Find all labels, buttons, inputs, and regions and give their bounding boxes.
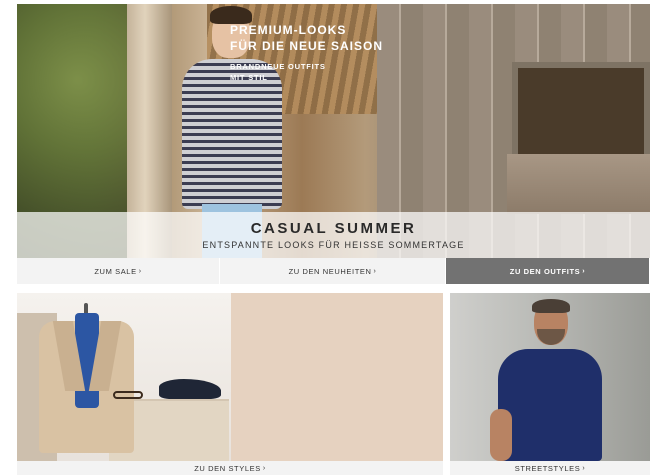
- chevron-right-icon: ›: [373, 267, 377, 275]
- nav-link-outfits[interactable]: ZU DEN OUTFITS ›: [446, 258, 650, 284]
- styles-link-label: ZU DEN STYLES: [194, 463, 261, 473]
- promo-text-panel: [231, 293, 443, 461]
- nav-link-sale-label: ZUM SALE: [94, 266, 137, 276]
- hero-subtitle: ENTSPANNTE LOOKS FÜR HEISSE SOMMERTAGE: [202, 240, 465, 250]
- promo-title: PREMIUM-LOOKS FÜR DIE NEUE SAISON: [230, 22, 420, 54]
- promo-title-line2: FÜR DIE NEUE SAISON: [230, 39, 384, 53]
- nav-link-sale[interactable]: ZUM SALE ›: [17, 258, 220, 284]
- hero-nav-strip: ZUM SALE › ZU DEN NEUHEITEN › ZU DEN OUT…: [17, 258, 650, 284]
- hero-railing-image: [507, 154, 650, 214]
- chevron-right-icon: ›: [262, 464, 266, 472]
- promo-title-line1: PREMIUM-LOOKS: [230, 23, 347, 37]
- nav-link-neuheiten[interactable]: ZU DEN NEUHEITEN ›: [220, 258, 446, 284]
- chevron-right-icon: ›: [582, 267, 586, 275]
- nav-link-neuheiten-label: ZU DEN NEUHEITEN: [288, 266, 372, 276]
- promo-streetstyles[interactable]: [450, 293, 650, 461]
- chevron-right-icon: ›: [582, 464, 586, 472]
- promo-premium-looks[interactable]: [17, 293, 443, 461]
- nav-link-outfits-label: ZU DEN OUTFITS: [509, 266, 581, 276]
- promo-subtitle: BRANDNEUE OUTFITS MIT STIL: [230, 61, 420, 83]
- streetstyle-model-image: [490, 299, 610, 461]
- promo-jacket-image: [39, 303, 134, 453]
- promo-subtitle-line2: MIT STIL: [230, 73, 268, 82]
- hero-title: CASUAL SUMMER: [250, 220, 417, 237]
- chevron-right-icon: ›: [138, 267, 142, 275]
- styles-link[interactable]: ZU DEN STYLES ›: [17, 461, 443, 475]
- hero-window-image: [512, 62, 650, 162]
- streetstyles-link[interactable]: STREETSTYLES ›: [450, 461, 650, 475]
- streetstyles-link-label: STREETSTYLES: [514, 463, 581, 473]
- promo-subtitle-line1: BRANDNEUE OUTFITS: [230, 62, 326, 71]
- promo-sunglasses-image: [113, 391, 143, 399]
